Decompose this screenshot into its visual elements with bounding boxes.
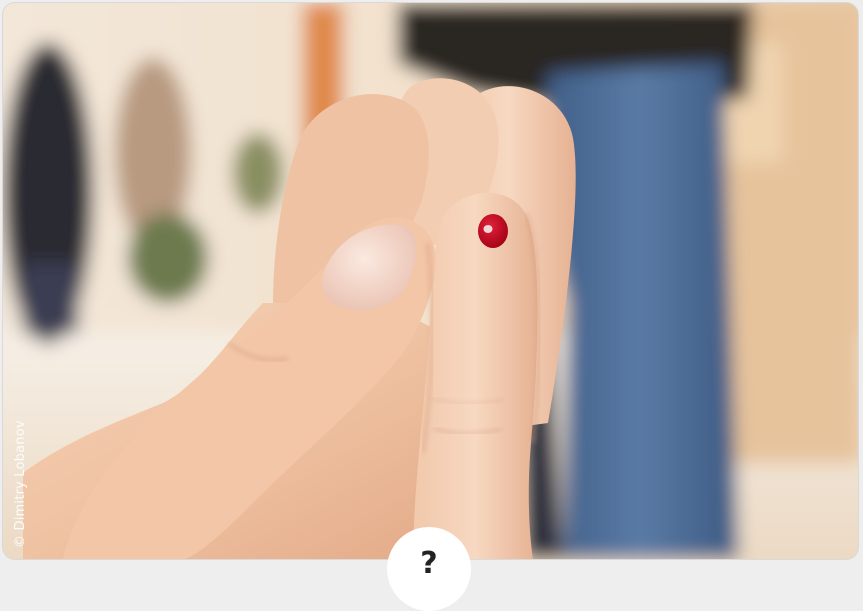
photo-frame: © Dimitry Lobanov xyxy=(3,3,858,559)
hand-photo xyxy=(3,3,858,559)
blood-drop xyxy=(478,214,508,248)
photo-credit: © Dimitry Lobanov xyxy=(13,420,28,548)
question-badge[interactable]: ? xyxy=(387,527,471,611)
